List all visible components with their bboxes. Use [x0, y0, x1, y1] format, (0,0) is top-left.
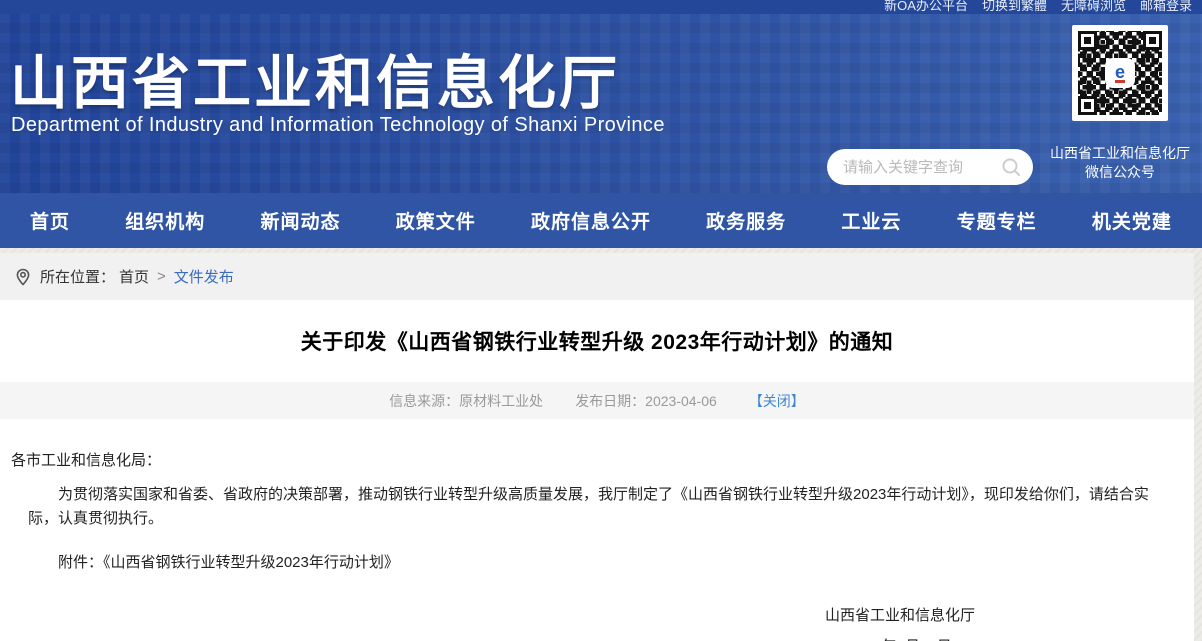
nav-item-policy[interactable]: 政策文件 [396, 207, 476, 234]
body-paragraph: 为贯彻落实国家和省委、省政府的决策部署，推动钢铁行业转型升级高质量发展，我厅制定… [28, 483, 1166, 531]
nav-item-special-topics[interactable]: 专题专栏 [957, 207, 1037, 234]
breadcrumb-label: 所在位置： [40, 266, 115, 287]
page: 新OA办公平台 切换到繁體 无障碍浏览 邮箱登录 山西省工业和信息化厅 Depa… [0, 0, 1202, 641]
site-banner: 山西省工业和信息化厅 Department of Industry and In… [0, 14, 1202, 193]
nav-item-gov-info[interactable]: 政府信息公开 [531, 207, 651, 234]
breadcrumb: 所在位置： 首页 > 文件发布 [0, 253, 1194, 300]
qr-pattern: e [1078, 31, 1162, 115]
qr-center-logo: e [1107, 60, 1133, 86]
qr-caption: 山西省工业和信息化厅 微信公众号 [1044, 144, 1196, 182]
qr-caption-line2: 微信公众号 [1044, 163, 1196, 182]
nav-item-services[interactable]: 政务服务 [706, 207, 786, 234]
topbar-link-traditional[interactable]: 切换到繁體 [982, 0, 1047, 14]
meta-publish-date: 发布日期：2023-04-06 [575, 391, 717, 411]
breadcrumb-home-link[interactable]: 首页 [119, 266, 149, 287]
article-content: 关于印发《山西省钢铁行业转型升级 2023年行动计划》的通知 信息来源：原材料工… [0, 300, 1194, 641]
signature-date: 2023年2月22日 [848, 635, 951, 641]
meta-source: 信息来源：原材料工业处 [389, 391, 543, 411]
qr-finder [1078, 96, 1097, 115]
nav-item-organization[interactable]: 组织机构 [125, 207, 205, 234]
close-button[interactable]: 【关闭】 [749, 391, 805, 411]
nav-item-news[interactable]: 新闻动态 [260, 207, 340, 234]
article-body: 各市工业和信息化局： 为贯彻落实国家和省委、省政府的决策部署，推动钢铁行业转型升… [0, 449, 1194, 641]
search-box [827, 149, 1033, 185]
nav-item-party-building[interactable]: 机关党建 [1092, 207, 1172, 234]
main-nav: 首页 组织机构 新闻动态 政策文件 政府信息公开 政务服务 工业云 专题专栏 机… [0, 193, 1202, 248]
topbar: 新OA办公平台 切换到繁體 无障碍浏览 邮箱登录 [0, 0, 1202, 14]
nav-item-home[interactable]: 首页 [30, 207, 70, 234]
nav-item-industry-cloud[interactable]: 工业云 [841, 207, 901, 234]
article-meta: 信息来源：原材料工业处 发布日期：2023-04-06 【关闭】 [0, 382, 1194, 419]
topbar-link-mail-login[interactable]: 邮箱登录 [1140, 0, 1192, 14]
topbar-link-accessibility[interactable]: 无障碍浏览 [1061, 0, 1126, 14]
signature-org: 山西省工业和信息化厅 [825, 604, 975, 625]
site-subtitle: Department of Industry and Information T… [11, 114, 665, 137]
qr-finder [1078, 31, 1097, 50]
location-pin-icon [14, 268, 32, 286]
site-title: 山西省工业和信息化厅 [10, 36, 620, 120]
attachment-line: 附件：《山西省钢铁行业转型升级2023年行动计划》 [28, 551, 1166, 572]
qr-finder [1143, 31, 1162, 50]
topbar-link-oa[interactable]: 新OA办公平台 [884, 0, 968, 14]
signature-block: 山西省工业和信息化厅 2023年2月22日 [780, 604, 1020, 641]
search-input[interactable] [843, 159, 1001, 176]
salutation: 各市工业和信息化局： [6, 449, 1166, 470]
search-icon[interactable] [1001, 157, 1021, 177]
breadcrumb-current-link[interactable]: 文件发布 [174, 266, 234, 287]
qr-code: e [1072, 25, 1168, 121]
breadcrumb-separator: > [157, 268, 166, 285]
qr-caption-line1: 山西省工业和信息化厅 [1044, 144, 1196, 163]
article-title: 关于印发《山西省钢铁行业转型升级 2023年行动计划》的通知 [0, 300, 1194, 382]
